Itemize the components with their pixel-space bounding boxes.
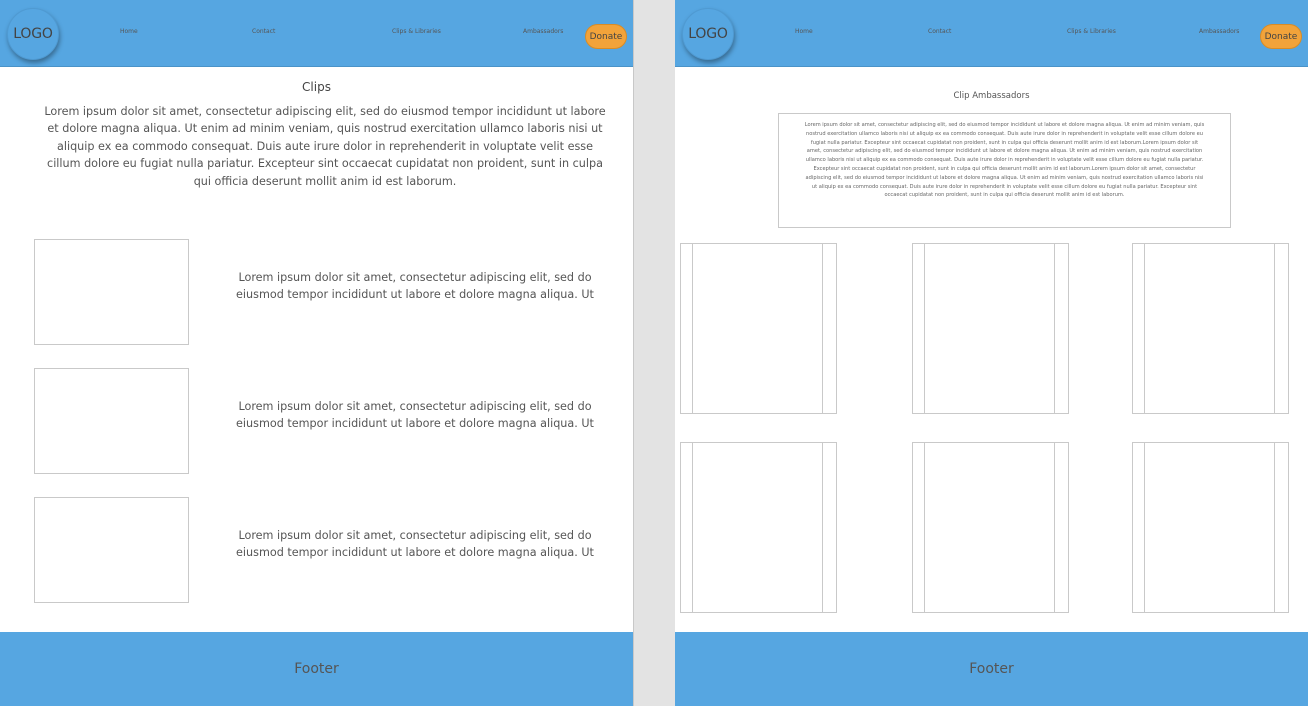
card-frame [692, 244, 823, 413]
nav-ambassadors-link[interactable]: Ambassadors [523, 28, 563, 35]
site-header: LOGO Home Contact Clips & Libraries Amba… [0, 0, 633, 67]
clip-thumbnail[interactable] [34, 368, 189, 474]
logo[interactable]: LOGO [682, 8, 734, 60]
ambassadors-page-wireframe: LOGO Home Contact Clips & Libraries Amba… [675, 0, 1308, 706]
ambassador-card[interactable] [680, 442, 837, 613]
clips-page-wireframe: LOGO Home Contact Clips & Libraries Amba… [0, 0, 634, 706]
clip-thumbnail[interactable] [34, 239, 189, 345]
page-title: Clip Ambassadors [953, 91, 1030, 101]
card-frame [924, 244, 1055, 413]
clip-item: Lorem ipsum dolor sit amet, consectetur … [0, 368, 633, 476]
nav-home-link[interactable]: Home [120, 28, 138, 35]
card-frame [1144, 244, 1275, 413]
clip-description: Lorem ipsum dolor sit amet, consectetur … [236, 400, 594, 431]
ambassadors-text-box: Lorem ipsum dolor sit amet, consectetur … [778, 113, 1231, 228]
clip-description: Lorem ipsum dolor sit amet, consectetur … [236, 271, 594, 302]
ambassador-card[interactable] [1132, 442, 1289, 613]
intro-paragraph: Lorem ipsum dolor sit amet, consectetur … [44, 105, 606, 188]
clip-item: Lorem ipsum dolor sit amet, consectetur … [0, 497, 633, 605]
page-title: Clips [302, 80, 331, 94]
clip-description: Lorem ipsum dolor sit amet, consectetur … [236, 529, 594, 560]
nav-clips-libraries-link[interactable]: Clips & Libraries [1067, 28, 1116, 35]
card-frame [1144, 443, 1275, 612]
ambassador-card[interactable] [680, 243, 837, 414]
clip-thumbnail[interactable] [34, 497, 189, 603]
nav-home-link[interactable]: Home [795, 28, 813, 35]
site-header: LOGO Home Contact Clips & Libraries Amba… [675, 0, 1308, 67]
ambassador-card[interactable] [912, 243, 1069, 414]
donate-button[interactable]: Donate [1260, 24, 1302, 49]
ambassador-card[interactable] [1132, 243, 1289, 414]
card-frame [692, 443, 823, 612]
card-frame [924, 443, 1055, 612]
site-footer: Footer [0, 632, 633, 706]
logo[interactable]: LOGO [7, 8, 59, 60]
site-footer: Footer [675, 632, 1308, 706]
donate-button[interactable]: Donate [585, 24, 627, 49]
ambassador-card[interactable] [912, 442, 1069, 613]
nav-contact-link[interactable]: Contact [928, 28, 951, 35]
nav-clips-libraries-link[interactable]: Clips & Libraries [392, 28, 441, 35]
nav-contact-link[interactable]: Contact [252, 28, 275, 35]
clip-item: Lorem ipsum dolor sit amet, consectetur … [0, 239, 633, 347]
nav-ambassadors-link[interactable]: Ambassadors [1199, 28, 1239, 35]
